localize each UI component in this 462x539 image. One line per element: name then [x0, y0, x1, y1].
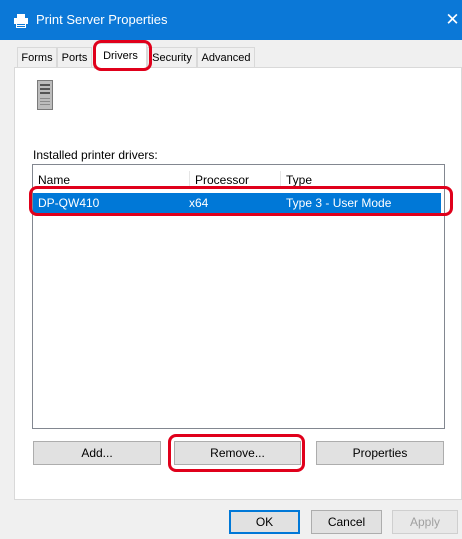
- add-button[interactable]: Add...: [33, 441, 161, 465]
- column-type[interactable]: Type: [286, 171, 312, 189]
- tab-security[interactable]: Security: [147, 47, 197, 67]
- column-separator[interactable]: [280, 171, 281, 189]
- table-row[interactable]: DP-QW410 x64 Type 3 - User Mode: [33, 193, 441, 213]
- properties-button[interactable]: Properties: [316, 441, 444, 465]
- apply-button[interactable]: Apply: [392, 510, 458, 534]
- tab-drivers[interactable]: Drivers: [94, 43, 147, 69]
- column-separator[interactable]: [189, 171, 190, 189]
- cancel-button[interactable]: Cancel: [311, 510, 382, 534]
- driver-type: Type 3 - User Mode: [286, 196, 392, 210]
- ok-button[interactable]: OK: [229, 510, 300, 534]
- printer-icon: [14, 14, 28, 28]
- list-header: Name Processor Type: [33, 171, 444, 189]
- installed-drivers-label: Installed printer drivers:: [33, 148, 158, 162]
- column-name[interactable]: Name: [38, 171, 70, 189]
- tab-ports[interactable]: Ports: [57, 47, 92, 67]
- remove-button[interactable]: Remove...: [174, 441, 301, 465]
- server-icon: [37, 80, 53, 110]
- column-processor[interactable]: Processor: [195, 171, 249, 189]
- window-title: Print Server Properties: [36, 12, 168, 27]
- close-icon[interactable]: ✕: [443, 9, 462, 31]
- title-bar: Print Server Properties ✕: [0, 0, 462, 40]
- tab-forms[interactable]: Forms: [17, 47, 57, 67]
- tab-advanced[interactable]: Advanced: [197, 47, 255, 67]
- driver-processor: x64: [189, 196, 209, 210]
- driver-name: DP-QW410: [38, 196, 100, 210]
